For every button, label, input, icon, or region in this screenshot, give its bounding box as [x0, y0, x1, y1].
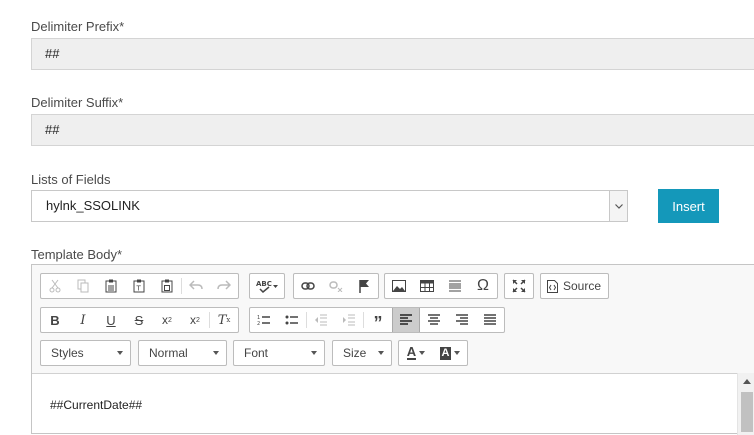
template-body-label: Template Body* — [31, 247, 123, 262]
undo-icon[interactable] — [182, 274, 210, 298]
numbered-list-icon[interactable]: 12 — [250, 308, 278, 332]
bg-color-icon: A — [439, 346, 452, 360]
italic-icon[interactable]: I — [69, 308, 97, 332]
horizontal-rule-icon[interactable] — [441, 274, 469, 298]
paste-text-icon[interactable]: T — [125, 274, 153, 298]
clipboard-group: T — [40, 273, 239, 299]
basic-styles-group: B I U S x2 x2 Tx — [40, 307, 239, 333]
chevron-down-icon — [311, 351, 317, 355]
outdent-icon[interactable] — [307, 308, 335, 332]
insert-group: Ω — [384, 273, 498, 299]
format-dropdown[interactable]: Normal — [138, 340, 227, 366]
bg-color-button[interactable]: A — [433, 341, 467, 365]
spellcheck-icon[interactable]: ABC — [250, 274, 284, 298]
fields-select-value: hylnk_SSOLINK — [46, 198, 140, 213]
image-icon[interactable] — [385, 274, 413, 298]
align-center-icon[interactable] — [420, 308, 448, 332]
justify-icon[interactable] — [476, 308, 504, 332]
scroll-up-icon[interactable] — [743, 379, 751, 384]
indent-icon[interactable] — [335, 308, 363, 332]
redo-icon[interactable] — [210, 274, 238, 298]
strikethrough-icon[interactable]: S — [125, 308, 153, 332]
scrollbar-thumb[interactable] — [741, 392, 753, 432]
chevron-down-icon — [213, 351, 219, 355]
format-dropdown-label: Normal — [149, 346, 188, 360]
underline-icon[interactable]: U — [97, 308, 125, 332]
insert-button[interactable]: Insert — [658, 189, 719, 223]
delimiter-suffix-label: Delimiter Suffix* — [31, 95, 124, 110]
bold-icon[interactable]: B — [41, 308, 69, 332]
blockquote-icon[interactable]: ” — [364, 308, 392, 333]
anchor-icon[interactable] — [350, 274, 378, 298]
maximize-icon[interactable] — [505, 274, 533, 298]
paste-word-icon[interactable] — [153, 274, 181, 298]
paste-icon[interactable] — [97, 274, 125, 298]
size-dropdown[interactable]: Size — [332, 340, 392, 366]
special-char-icon[interactable]: Ω — [469, 274, 497, 298]
align-right-icon[interactable] — [448, 308, 476, 332]
table-icon[interactable] — [413, 274, 441, 298]
source-icon — [547, 279, 558, 293]
fields-select[interactable]: hylnk_SSOLINK — [31, 190, 628, 222]
font-dropdown-label: Font — [244, 346, 269, 360]
bulleted-list-icon[interactable] — [278, 308, 306, 332]
svg-text:T: T — [136, 285, 142, 293]
link-group — [293, 273, 379, 299]
editor-content[interactable]: ##CurrentDate## — [50, 398, 142, 412]
spellcheck-group: ABC — [249, 273, 285, 299]
chevron-down-icon[interactable] — [609, 191, 627, 221]
text-color-icon: A — [406, 344, 417, 360]
delimiter-prefix-label: Delimiter Prefix* — [31, 19, 125, 34]
chevron-down-icon — [117, 351, 123, 355]
maximize-group — [504, 273, 534, 299]
paragraph-group: 12 ” — [249, 307, 505, 333]
size-dropdown-label: Size — [343, 346, 367, 360]
rich-text-editor: T ABC Ω Source B I U S x 2 x 2 T x 1 2 ”… — [31, 264, 754, 435]
svg-text:ABC: ABC — [256, 280, 272, 288]
superscript-icon[interactable]: x2 — [181, 308, 209, 332]
styles-dropdown[interactable]: Styles — [40, 340, 131, 366]
svg-text:2: 2 — [257, 321, 260, 326]
editor-scrollbar[interactable] — [737, 373, 754, 435]
delimiter-suffix-input[interactable]: ## — [31, 114, 754, 146]
styles-dropdown-label: Styles — [51, 346, 84, 360]
source-button[interactable]: Source — [540, 273, 610, 299]
cut-icon[interactable] — [41, 274, 69, 298]
font-dropdown[interactable]: Font — [233, 340, 325, 366]
align-left-icon[interactable] — [392, 308, 420, 332]
editor-toolbar: T ABC Ω Source B I U S x 2 x 2 T x 1 2 ”… — [32, 265, 754, 374]
remove-format-icon[interactable]: Tx — [210, 308, 238, 332]
source-label: Source — [563, 279, 602, 293]
subscript-icon[interactable]: x2 — [153, 308, 181, 332]
text-color-button[interactable]: A — [399, 341, 433, 365]
fields-list-label: Lists of Fields — [31, 172, 111, 187]
link-icon[interactable] — [294, 274, 322, 298]
color-group: A A — [398, 340, 468, 366]
copy-icon[interactable] — [69, 274, 97, 298]
delimiter-prefix-input[interactable]: ## — [31, 38, 754, 70]
chevron-down-icon — [378, 351, 384, 355]
unlink-icon[interactable] — [322, 274, 350, 298]
